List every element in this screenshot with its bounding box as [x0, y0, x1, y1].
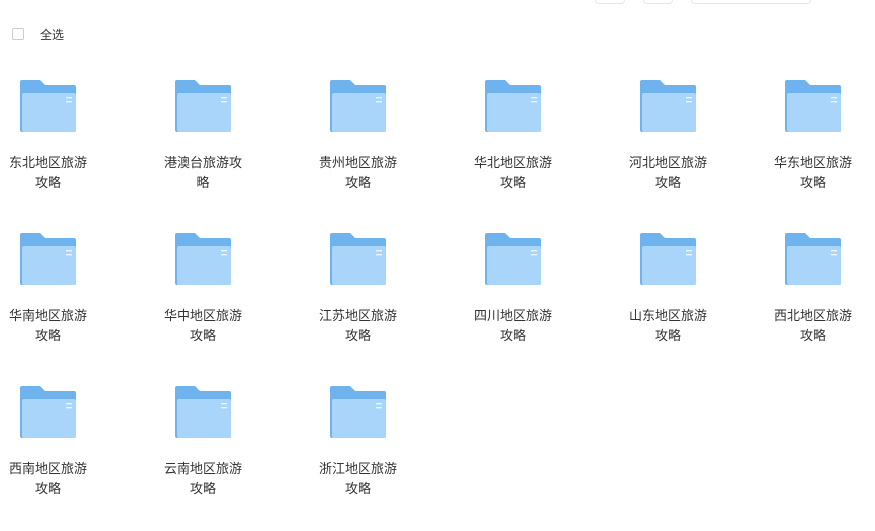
folder-name: 河北地区旅游攻略 — [628, 156, 707, 191]
folder-item[interactable]: 华中地区旅游攻略 — [143, 223, 263, 347]
folder-name: 云南地区旅游攻略 — [163, 462, 242, 497]
folder-icon — [20, 233, 76, 285]
folder-name: 江苏地区旅游攻略 — [318, 309, 397, 344]
folder-name: 贵州地区旅游攻略 — [318, 156, 397, 191]
folder-icon — [20, 386, 76, 438]
toolbar-search[interactable] — [691, 0, 811, 4]
folder-item[interactable]: 贵州地区旅游攻略 — [298, 70, 418, 194]
folder-icon — [785, 233, 841, 285]
folder-name: 西北地区旅游攻略 — [773, 309, 852, 344]
folder-name: 港澳台旅游攻略 — [163, 156, 242, 191]
folder-item[interactable]: 港澳台旅游攻略 — [143, 70, 263, 194]
folder-item[interactable]: 西南地区旅游攻略 — [0, 376, 108, 500]
folder-item[interactable]: 河北地区旅游攻略 — [608, 70, 728, 194]
folder-icon — [20, 80, 76, 132]
folder-item[interactable]: 西北地区旅游攻略 — [753, 223, 873, 347]
folder-icon — [175, 233, 231, 285]
folder-name: 东北地区旅游攻略 — [8, 156, 87, 191]
folder-item[interactable]: 华南地区旅游攻略 — [0, 223, 108, 347]
folder-icon — [485, 233, 541, 285]
folder-icon — [175, 386, 231, 438]
folder-icon — [785, 80, 841, 132]
folder-name: 华南地区旅游攻略 — [8, 309, 87, 344]
folder-icon — [330, 386, 386, 438]
top-toolbar — [0, 0, 875, 10]
folder-name: 华东地区旅游攻略 — [773, 156, 852, 191]
folder-icon — [330, 233, 386, 285]
folder-item[interactable]: 四川地区旅游攻略 — [453, 223, 573, 347]
folder-icon — [640, 233, 696, 285]
folder-icon — [640, 80, 696, 132]
folder-name: 浙江地区旅游攻略 — [318, 462, 397, 497]
folder-name: 华北地区旅游攻略 — [473, 156, 552, 191]
folder-icon — [175, 80, 231, 132]
folder-name: 四川地区旅游攻略 — [473, 309, 552, 344]
folder-item[interactable]: 江苏地区旅游攻略 — [298, 223, 418, 347]
select-all[interactable]: 全选 — [12, 26, 64, 42]
folder-icon — [330, 80, 386, 132]
toolbar-button[interactable] — [595, 0, 625, 4]
checkbox-icon[interactable] — [12, 28, 24, 40]
select-all-label: 全选 — [40, 27, 65, 42]
folder-item[interactable]: 山东地区旅游攻略 — [608, 223, 728, 347]
folder-icon — [485, 80, 541, 132]
folder-name: 华中地区旅游攻略 — [163, 309, 242, 344]
folder-name: 西南地区旅游攻略 — [8, 462, 87, 497]
folder-item[interactable]: 华北地区旅游攻略 — [453, 70, 573, 194]
folder-item[interactable]: 华东地区旅游攻略 — [753, 70, 873, 194]
folder-item[interactable]: 浙江地区旅游攻略 — [298, 376, 418, 500]
toolbar-button[interactable] — [643, 0, 673, 4]
folder-item[interactable]: 云南地区旅游攻略 — [143, 376, 263, 500]
folder-item[interactable]: 东北地区旅游攻略 — [0, 70, 108, 194]
folder-name: 山东地区旅游攻略 — [628, 309, 707, 344]
